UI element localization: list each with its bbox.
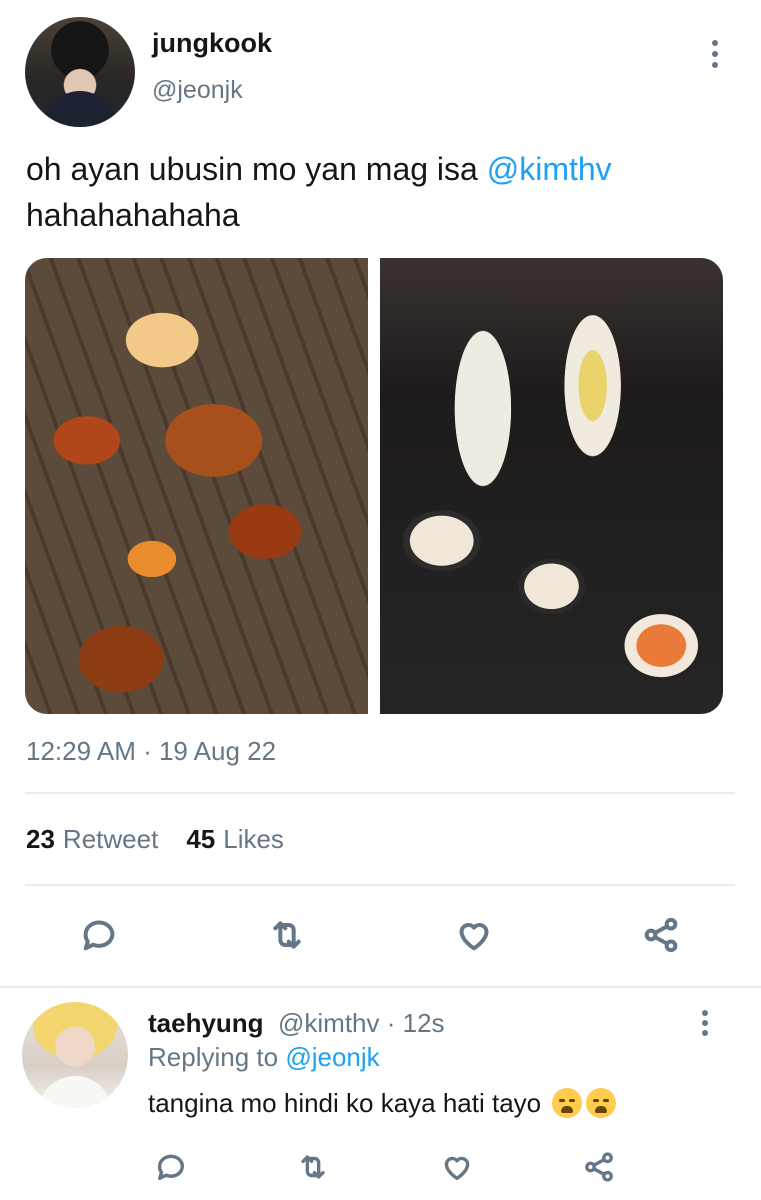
tweet-header: jungkook @jeonjk xyxy=(0,0,761,140)
tweet-stats: 23 Retweet 45 Likes xyxy=(26,824,284,855)
retweet-label: Retweet xyxy=(62,824,159,854)
tweet-text-tail: hahahahahaha xyxy=(26,197,240,233)
mention-link[interactable]: @kimthv xyxy=(487,151,612,187)
divider xyxy=(0,986,761,988)
tweet-text-body: oh ayan ubusin mo yan mag isa xyxy=(26,151,487,187)
dot xyxy=(702,1010,708,1016)
likes-label: Likes xyxy=(223,824,284,854)
reply-text-body: tangina mo hindi ko kaya hati tayo xyxy=(148,1088,542,1118)
loudly-crying-face-icon xyxy=(552,1088,583,1118)
reply-icon[interactable] xyxy=(78,914,120,956)
more-options-icon[interactable] xyxy=(690,1008,720,1038)
retweet-icon[interactable] xyxy=(292,1146,334,1188)
dot xyxy=(702,1020,708,1026)
reply-author-handle-time: @kimthv · 12s xyxy=(278,1008,445,1038)
author-handle[interactable]: @jeonjk xyxy=(152,76,243,105)
replying-to-label: Replying to xyxy=(148,1042,286,1072)
reply-icon[interactable] xyxy=(150,1146,192,1188)
share-icon[interactable] xyxy=(640,914,682,956)
reply-author-avatar[interactable] xyxy=(22,1002,128,1108)
tweet-action-bar xyxy=(0,914,761,960)
share-icon[interactable] xyxy=(578,1146,620,1188)
author-display-name[interactable]: jungkook xyxy=(152,28,272,59)
media-grid xyxy=(25,258,723,714)
like-icon[interactable] xyxy=(436,1146,478,1188)
likes-stat[interactable]: 45 Likes xyxy=(186,824,284,855)
media-image-sushi[interactable] xyxy=(380,258,723,714)
dot xyxy=(712,51,718,57)
reply-text: tangina mo hindi ko kaya hati tayo xyxy=(148,1088,617,1119)
dot xyxy=(712,40,718,46)
like-icon[interactable] xyxy=(453,914,495,956)
dot xyxy=(702,1030,708,1036)
author-avatar[interactable] xyxy=(25,17,135,127)
replying-to: Replying to @jeonjk xyxy=(148,1042,380,1073)
divider xyxy=(25,884,735,886)
reply-action-bar xyxy=(0,1146,761,1182)
dot xyxy=(712,62,718,68)
retweet-icon[interactable] xyxy=(266,914,308,956)
reply-author-display-name[interactable]: taehyung xyxy=(148,1008,264,1039)
tweet-timestamp[interactable]: 12:29 AM · 19 Aug 22 xyxy=(26,736,276,767)
likes-count: 45 xyxy=(186,824,216,854)
retweet-count: 23 xyxy=(26,824,55,854)
more-options-icon[interactable] xyxy=(700,36,730,72)
retweet-stat[interactable]: 23 Retweet xyxy=(26,824,158,855)
reply-tweet[interactable]: taehyung @kimthv · 12s Replying to @jeon… xyxy=(0,990,761,1200)
divider xyxy=(25,792,735,794)
loudly-crying-face-icon xyxy=(586,1088,617,1118)
replying-to-handle[interactable]: @jeonjk xyxy=(285,1042,379,1072)
media-image-food[interactable] xyxy=(25,258,368,714)
tweet-text: oh ayan ubusin mo yan mag isa @kimthv ha… xyxy=(26,146,736,238)
